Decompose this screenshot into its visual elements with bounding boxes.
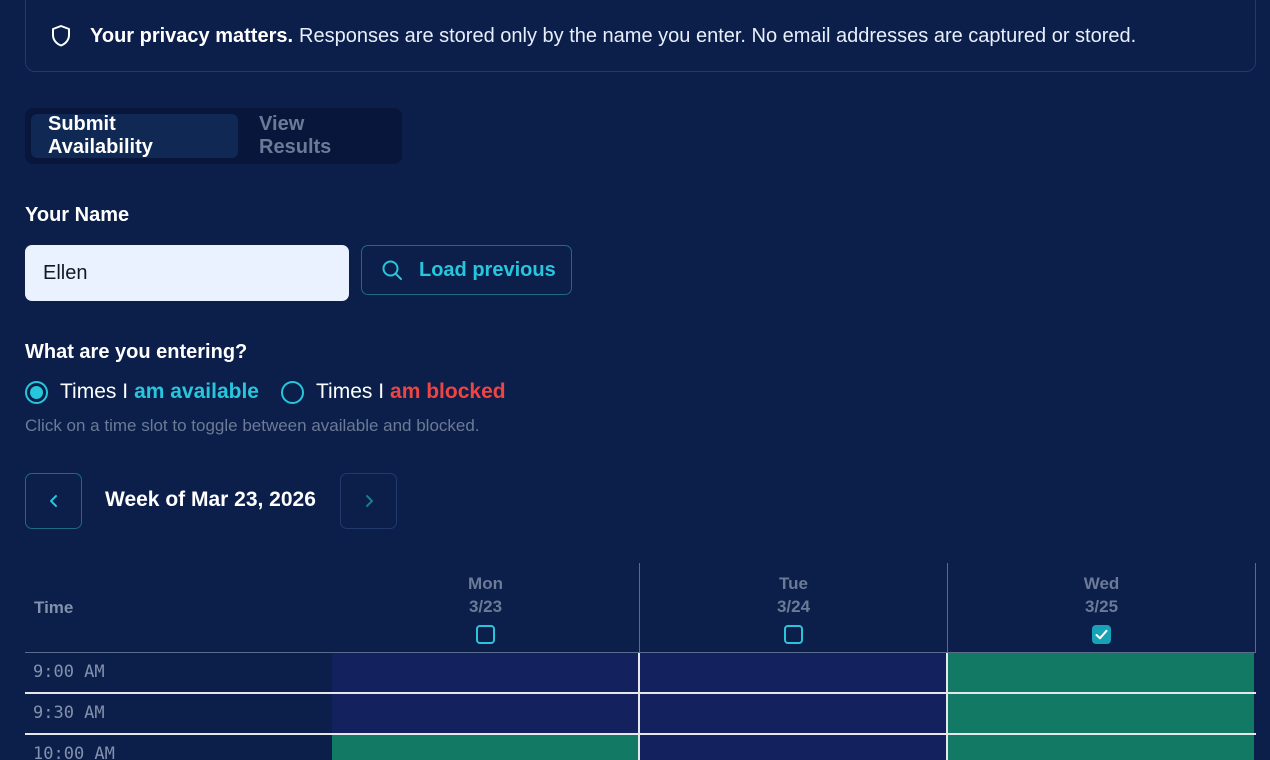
previous-week-button[interactable] [25,473,82,529]
privacy-text: Responses are stored only by the name yo… [299,24,1137,47]
tab-view-results[interactable]: View Results [242,113,396,158]
radio-blocked-emphasis: am blocked [390,380,506,403]
time-slot-cell[interactable] [946,694,1254,733]
entry-mode-label: What are you entering? [25,341,248,363]
day-name: Tue [779,574,808,593]
time-slot-cell[interactable] [638,735,946,760]
time-row: 10:00 AM [25,735,1256,760]
radio-blocked-control[interactable] [280,380,304,404]
radio-available-emphasis: am available [134,380,259,403]
day-name: Mon [468,574,503,593]
name-label: Your Name [25,204,130,226]
time-slot-cell[interactable] [332,653,640,692]
time-row: 9:00 AM [25,653,1256,694]
grid-header: Time Mon 3/23 Tue 3/24 Wed 3/25 [25,563,1256,653]
time-slot-cell[interactable] [946,735,1254,760]
shield-icon [50,24,72,48]
day-select-checkbox-tue[interactable] [784,625,803,644]
day-header-mon: Mon 3/23 [332,563,640,652]
next-week-button[interactable] [340,473,397,529]
time-slot-cell[interactable] [332,735,640,760]
availability-grid: Time Mon 3/23 Tue 3/24 Wed 3/25 9:00 AM [25,563,1256,760]
time-row: 9:30 AM [25,694,1256,735]
tab-submit-availability[interactable]: Submit Availability [31,113,239,158]
day-select-checkbox-wed[interactable] [1092,625,1111,644]
load-previous-label: Load previous [419,258,556,281]
radio-available-control[interactable] [25,380,48,404]
time-slot-cell[interactable] [332,694,640,733]
entry-mode-group: Times I am available Times I am blocked [25,380,528,404]
radio-available-prefix: Times I [60,380,129,403]
load-previous-button[interactable]: Load previous [361,245,572,295]
day-select-checkbox-mon[interactable] [476,625,495,644]
chevron-right-icon [363,493,375,509]
time-column-header: Time [34,598,74,617]
time-label: 9:30 AM [25,694,332,733]
time-slot-cell[interactable] [638,653,946,692]
radio-available[interactable]: Times I am available [25,380,259,404]
radio-blocked-prefix: Times I [315,380,385,403]
day-header-wed: Wed 3/25 [948,563,1256,652]
check-icon [1095,629,1108,640]
day-date: 3/23 [468,597,503,616]
time-slot-cell[interactable] [946,653,1254,692]
day-date: 3/25 [1084,597,1119,616]
time-label: 10:00 AM [25,735,332,760]
week-label: Week of Mar 23, 2026 [105,488,316,511]
day-date: 3/24 [776,597,811,616]
toggle-hint: Click on a time slot to toggle between a… [25,416,480,435]
search-icon [381,259,403,281]
tab-bar: Submit Availability View Results [25,108,402,164]
chevron-left-icon [48,493,60,509]
day-header-tue: Tue 3/24 [640,563,948,652]
day-name: Wed [1083,574,1120,593]
availability-page: Your privacy matters. Responses are stor… [0,0,1270,760]
time-slot-cell[interactable] [638,694,946,733]
time-label: 9:00 AM [25,653,332,692]
privacy-banner: Your privacy matters. Responses are stor… [25,0,1256,72]
privacy-title: Your privacy matters. [90,24,294,47]
name-input[interactable] [25,245,349,301]
radio-blocked[interactable]: Times I am blocked [280,380,506,404]
